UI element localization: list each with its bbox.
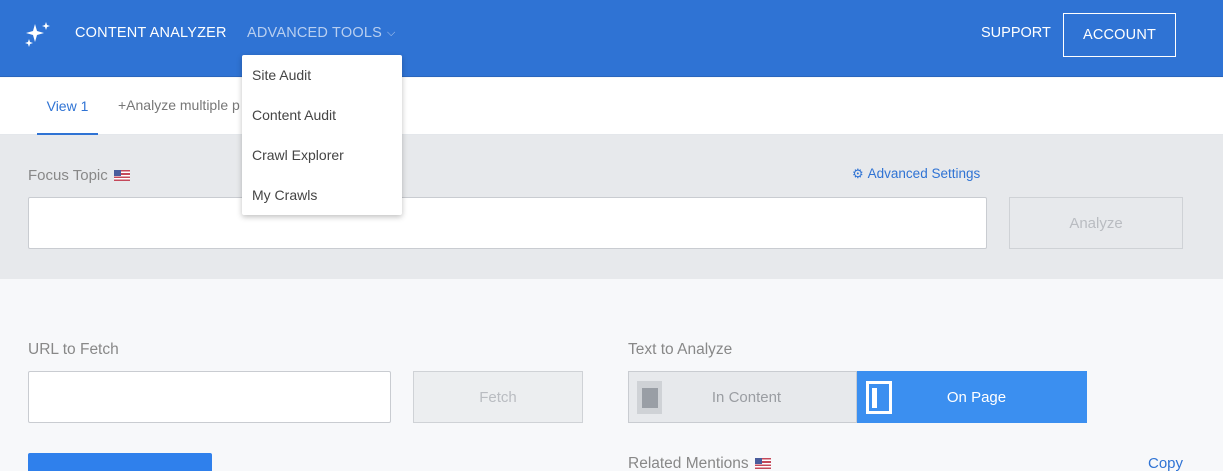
brand-link[interactable]: CONTENT ANALYZER — [75, 25, 227, 41]
url-input[interactable] — [28, 371, 391, 423]
focus-topic-text: Focus Topic — [28, 167, 108, 184]
primary-action-button[interactable] — [28, 453, 212, 471]
gear-icon: ⚙ — [852, 166, 864, 181]
in-content-label: In Content — [711, 388, 782, 406]
view-tabs: View 1 +Analyze multiple p — [0, 78, 1223, 135]
top-navigation-bar: CONTENT ANALYZER ADVANCED TOOLS ⌵ SUPPORT… — [0, 0, 1223, 77]
focus-topic-label: Focus Topic — [28, 167, 130, 184]
chevron-down-icon: ⌵ — [386, 27, 396, 39]
related-mentions-label: Related Mentions — [628, 455, 771, 471]
in-content-option[interactable]: In Content — [628, 371, 857, 423]
menu-item-content-audit[interactable]: Content Audit — [242, 95, 402, 135]
tab-analyze-multiple[interactable]: +Analyze multiple p — [118, 97, 242, 113]
flag-us-icon[interactable] — [113, 170, 130, 181]
copy-link[interactable]: Copy — [1148, 455, 1183, 471]
sparkles-icon[interactable] — [24, 18, 54, 48]
flag-us-icon[interactable] — [754, 458, 771, 469]
advanced-tools-label: ADVANCED TOOLS — [247, 25, 382, 41]
on-page-icon — [866, 380, 892, 414]
focus-topic-panel: Focus Topic ⚙ Advanced Settings Analyze — [0, 135, 1223, 279]
analyze-button[interactable]: Analyze — [1009, 197, 1183, 249]
menu-item-site-audit[interactable]: Site Audit — [242, 55, 402, 95]
menu-item-crawl-explorer[interactable]: Crawl Explorer — [242, 135, 402, 175]
focus-topic-input[interactable] — [28, 197, 987, 249]
account-button[interactable]: ACCOUNT — [1063, 13, 1176, 57]
advanced-tools-dropdown: Site Audit Content Audit Crawl Explorer … — [242, 55, 402, 215]
url-to-fetch-label: URL to Fetch — [28, 341, 119, 358]
advanced-tools-menu[interactable]: ADVANCED TOOLS ⌵ — [247, 25, 396, 41]
fetch-button[interactable]: Fetch — [413, 371, 583, 423]
in-content-icon — [637, 380, 662, 414]
on-page-label: On Page — [946, 388, 1007, 406]
advanced-settings-link[interactable]: ⚙ Advanced Settings — [852, 166, 980, 182]
advanced-settings-label: Advanced Settings — [867, 166, 981, 181]
on-page-option[interactable]: On Page — [857, 371, 1087, 423]
tab-view-1[interactable]: View 1 — [37, 78, 98, 135]
support-link[interactable]: SUPPORT — [981, 25, 1051, 41]
menu-item-my-crawls[interactable]: My Crawls — [242, 175, 402, 215]
related-mentions-text: Related Mentions — [628, 455, 749, 471]
text-to-analyze-label: Text to Analyze — [628, 341, 733, 358]
